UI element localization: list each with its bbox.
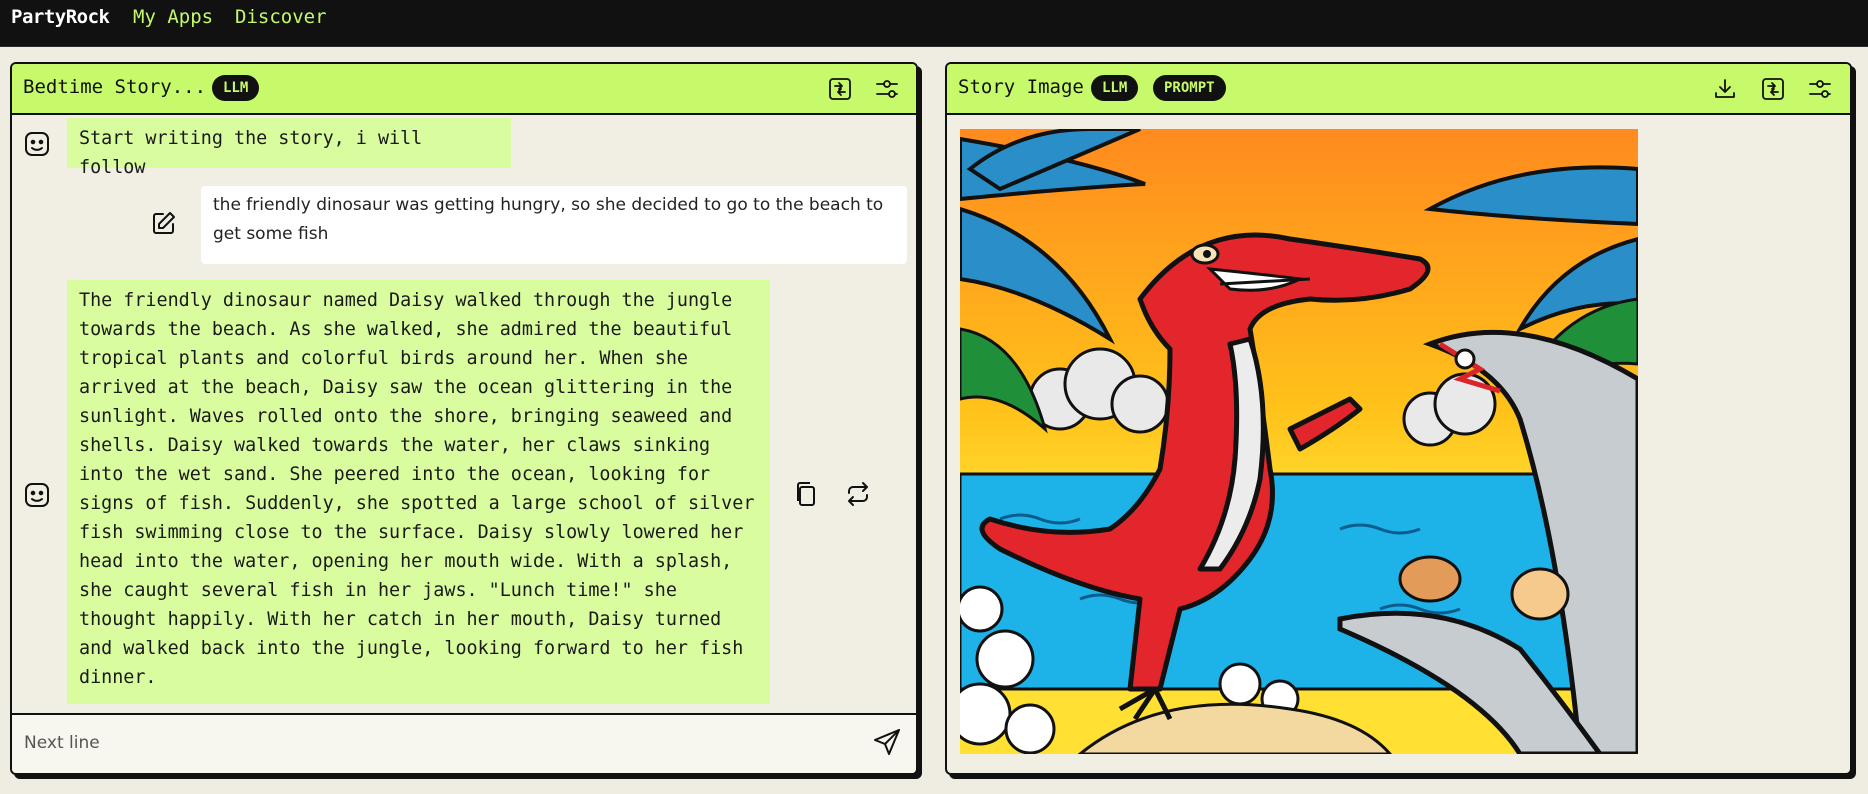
export-icon[interactable] <box>1760 76 1786 102</box>
image-widget-header: Story Image LLM PROMPT <box>947 64 1850 115</box>
chat-input-row <box>12 713 916 773</box>
assistant-message: Start writing the story, i will follow <box>67 118 511 178</box>
image-widget-title: Story Image <box>958 76 1084 98</box>
user-message: the friendly dinosaur was getting hungry… <box>201 186 907 264</box>
settings-sliders-icon[interactable] <box>874 76 900 102</box>
partyrock-logo[interactable]: PartyRock <box>11 6 110 28</box>
story-line: tropical plants and colorful birds aroun… <box>79 348 688 369</box>
prompt-badge[interactable]: PROMPT <box>1153 75 1226 101</box>
story-line: fish swimming close to the surface. Dais… <box>79 522 744 543</box>
story-line: she caught several fish in her jaws. "Lu… <box>79 580 677 601</box>
llm-badge: LLM <box>1091 75 1139 101</box>
story-line: signs of fish. Suddenly, she spotted a l… <box>79 493 755 514</box>
story-line: into the wet sand. She peered into the o… <box>79 464 711 485</box>
assistant-message: The friendly dinosaur named Daisy walked… <box>67 280 770 704</box>
story-line: head into the water, opening her mouth w… <box>79 551 733 572</box>
settings-sliders-icon[interactable] <box>1807 76 1833 102</box>
story-line: The friendly dinosaur named Daisy walked… <box>79 290 733 311</box>
edit-message-icon[interactable] <box>150 209 178 237</box>
story-line: thought happily. With her catch in her m… <box>79 609 722 630</box>
story-line: sunlight. Waves rolled onto the shore, b… <box>79 406 733 427</box>
nav-discover[interactable]: Discover <box>235 6 327 28</box>
assistant-avatar-icon <box>23 481 51 509</box>
image-widget: Story Image LLM PROMPT <box>945 62 1852 775</box>
top-nav-bar: PartyRock My Apps Discover <box>0 0 1868 47</box>
llm-badge: LLM <box>212 75 260 101</box>
assistant-avatar-icon <box>23 130 51 158</box>
story-line: and walked back into the jungle, looking… <box>79 638 744 659</box>
generated-story-image <box>960 129 1638 754</box>
export-icon[interactable] <box>827 76 853 102</box>
story-widget-header: Bedtime Story... LLM <box>12 64 916 115</box>
story-line: shells. Daisy walked towards the water, … <box>79 435 711 456</box>
next-line-input[interactable] <box>22 725 846 761</box>
nav-my-apps[interactable]: My Apps <box>133 6 213 28</box>
download-icon[interactable] <box>1712 76 1738 102</box>
story-widget: Bedtime Story... LLM Start writing the s… <box>10 62 918 775</box>
send-icon[interactable] <box>872 727 902 757</box>
story-line: towards the beach. As she walked, she ad… <box>79 319 733 340</box>
story-widget-title: Bedtime Story... <box>23 76 207 98</box>
copy-icon[interactable] <box>792 480 820 508</box>
regenerate-icon[interactable] <box>844 480 872 508</box>
story-line: dinner. <box>79 667 157 688</box>
story-line: arrived at the beach, Daisy saw the ocea… <box>79 377 733 398</box>
